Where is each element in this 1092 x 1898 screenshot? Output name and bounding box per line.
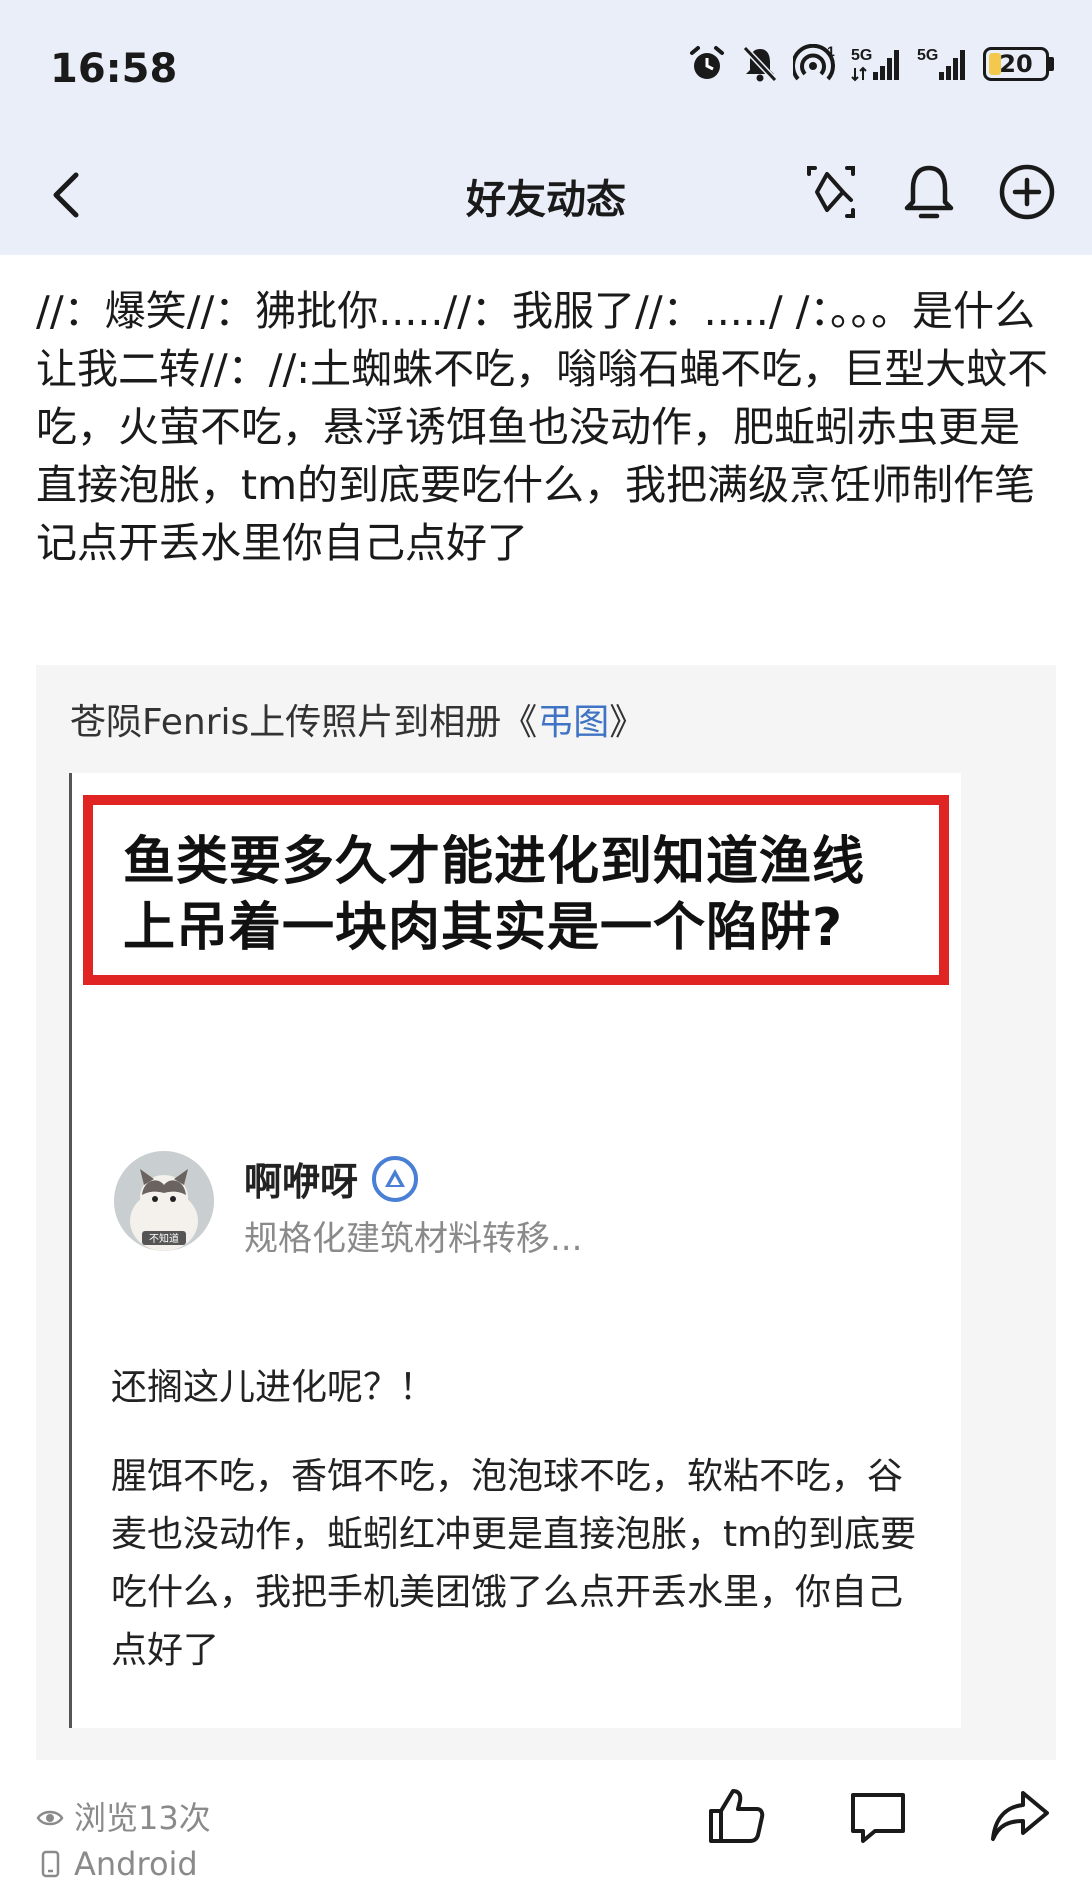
- headline-box: 鱼类要多久才能进化到知道渔线上吊着一块肉其实是一个陷阱?: [83, 795, 949, 985]
- nav-actions: [796, 157, 1062, 227]
- add-circle-icon: [999, 164, 1055, 220]
- battery-tip: [1049, 57, 1054, 71]
- avatar: 不知道: [114, 1151, 214, 1251]
- quote-question: 还搁这儿进化呢？！: [111, 1367, 436, 1408]
- uploader-prefix: 苍陨Fenris上传照片到相册《: [70, 702, 538, 743]
- verified-icon: [372, 1155, 419, 1202]
- device-name: Android: [74, 1845, 198, 1883]
- post-meta: 浏览13次 Android: [36, 1795, 211, 1887]
- sparkle-diamond-icon: [807, 166, 855, 218]
- alarm-icon: [687, 44, 727, 84]
- avatar-caption: 不知道: [149, 1232, 179, 1245]
- author-description: 规格化建筑材料转移...: [244, 1219, 583, 1259]
- hotspot-icon: 1: [793, 44, 837, 84]
- view-count: 浏览13次: [74, 1799, 211, 1837]
- shared-photo[interactable]: 鱼类要多久才能进化到知道渔线上吊着一块肉其实是一个陷阱? 不知道 啊咿呀 规格化…: [69, 773, 961, 1728]
- share-icon: [991, 1791, 1049, 1841]
- views-row: 浏览13次: [36, 1795, 211, 1841]
- like-button[interactable]: [700, 1780, 772, 1852]
- share-header: 苍陨Fenris上传照片到相册《弔图》: [70, 693, 645, 745]
- phone-icon: [41, 1850, 60, 1878]
- quote-body: 腥饵不吃，香饵不吃，泡泡球不吃，软粘不吃，谷麦也没动作，蚯蚓红冲更是直接泡胀，t…: [111, 1456, 917, 1671]
- author-name-row: 啊咿呀: [244, 1151, 419, 1206]
- battery-icon: 20: [983, 47, 1054, 81]
- shared-album-card[interactable]: 苍陨Fenris上传照片到相册《弔图》 鱼类要多久才能进化到知道渔线上吊着一块肉…: [36, 665, 1056, 1760]
- cat-avatar-icon: 不知道: [114, 1151, 214, 1251]
- album-suffix: 》: [609, 702, 646, 743]
- signal-5g-icon: 5G: [851, 44, 903, 84]
- comment-button[interactable]: [842, 1780, 914, 1852]
- post-text: //：爆笑//：狒批你.....//：我服了//：...../ /：。。。是什么…: [36, 287, 1049, 567]
- nav-bar: 好友动态: [0, 135, 1092, 255]
- battery-body: 20: [983, 47, 1049, 81]
- status-bar: 16:58 1 5G 5G 20: [0, 0, 1092, 135]
- notifications-button[interactable]: [894, 157, 964, 227]
- author-name: 啊咿呀: [244, 1160, 359, 1204]
- sim-index-label: 1: [827, 44, 835, 59]
- signal-2-label: 5G: [917, 47, 938, 64]
- add-button[interactable]: [992, 157, 1062, 227]
- share-button[interactable]: [984, 1780, 1056, 1852]
- bell-icon: [904, 165, 954, 219]
- image-edge: [69, 773, 72, 1728]
- signal-1-label: 5G: [851, 47, 872, 64]
- status-icons: 1 5G 5G 20: [687, 44, 1054, 84]
- battery-level: 20: [999, 50, 1033, 78]
- thumbs-up-icon: [709, 1789, 765, 1843]
- comment-icon: [851, 1793, 905, 1843]
- eye-icon: [36, 1810, 64, 1826]
- mute-bell-icon: [741, 44, 779, 84]
- post-actions: [700, 1780, 1056, 1852]
- headline-text: 鱼类要多久才能进化到知道渔线上吊着一块肉其实是一个陷阱?: [123, 832, 866, 958]
- sparkle-button[interactable]: [796, 157, 866, 227]
- device-row: Android: [36, 1841, 211, 1887]
- signal-5g-icon: 5G: [917, 44, 969, 84]
- status-time: 16:58: [50, 46, 178, 92]
- album-link[interactable]: 弔图: [537, 702, 609, 743]
